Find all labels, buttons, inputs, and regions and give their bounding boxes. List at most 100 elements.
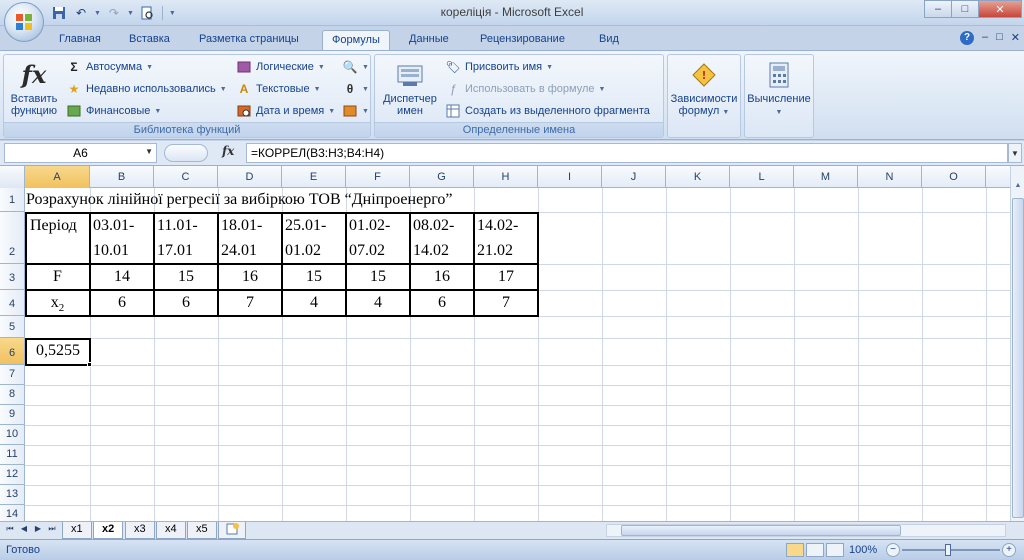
tab-data[interactable]: Данные bbox=[400, 30, 458, 50]
period-cell[interactable]: 08.02- 14.02 bbox=[413, 213, 454, 263]
period-cell[interactable]: 18.01- 24.01 bbox=[221, 213, 262, 263]
value-cell[interactable]: 7 bbox=[218, 291, 282, 315]
horizontal-scroll-thumb[interactable] bbox=[621, 525, 901, 536]
name-manager-button[interactable]: Диспетчер имен bbox=[377, 59, 443, 117]
correlation-result-cell[interactable]: 0,5255 bbox=[25, 339, 91, 363]
calculation-button[interactable]: Вычисление ▼ bbox=[747, 59, 811, 119]
fill-handle[interactable] bbox=[87, 362, 92, 367]
help-icon[interactable]: ? bbox=[960, 31, 974, 45]
row-header-12[interactable]: 12 bbox=[0, 465, 25, 485]
column-header-h[interactable]: H bbox=[474, 166, 538, 188]
minimize-button[interactable]: – bbox=[924, 0, 952, 18]
column-header-b[interactable]: B bbox=[90, 166, 154, 188]
tab-formulas[interactable]: Формулы bbox=[322, 30, 390, 50]
insert-sheet-tab[interactable] bbox=[218, 522, 246, 539]
row-header-1[interactable]: 1 bbox=[0, 188, 25, 212]
column-header-m[interactable]: M bbox=[794, 166, 858, 188]
vertical-scroll-thumb[interactable] bbox=[1012, 198, 1024, 518]
zoom-slider-thumb[interactable] bbox=[945, 544, 951, 556]
value-cell[interactable]: 17 bbox=[474, 265, 538, 289]
sheet-tab-x3[interactable]: x3 bbox=[125, 522, 155, 539]
sheet-tab-x4[interactable]: x4 bbox=[156, 522, 186, 539]
tab-insert[interactable]: Вставка bbox=[120, 30, 179, 50]
ribbon-close-button[interactable]: ✕ bbox=[1011, 31, 1020, 45]
value-cell[interactable]: 14 bbox=[90, 265, 154, 289]
period-cell[interactable]: 11.01- 17.01 bbox=[157, 213, 198, 263]
ribbon-minimize-button[interactable]: – bbox=[982, 31, 988, 45]
column-header-o[interactable]: O bbox=[922, 166, 986, 188]
column-header-a[interactable]: A bbox=[25, 166, 90, 188]
row-header-4[interactable]: 4 bbox=[0, 290, 25, 316]
financial-functions-button[interactable]: Финансовые ▼ bbox=[66, 101, 161, 121]
normal-view-button[interactable] bbox=[786, 543, 804, 557]
value-cell[interactable]: 6 bbox=[410, 291, 474, 315]
column-header-g[interactable]: G bbox=[410, 166, 474, 188]
row-header-13[interactable]: 13 bbox=[0, 485, 25, 505]
row-header-6[interactable]: 6 bbox=[0, 338, 25, 365]
chevron-down-icon[interactable]: ▼ bbox=[145, 147, 153, 156]
row-header-14[interactable]: 14 bbox=[0, 505, 25, 521]
row-header-11[interactable]: 11 bbox=[0, 445, 25, 465]
ribbon-restore-button[interactable]: □ bbox=[996, 31, 1003, 45]
column-header-k[interactable]: K bbox=[666, 166, 730, 188]
period-header-cell[interactable]: Період bbox=[30, 214, 77, 238]
lookup-functions-button[interactable]: 🔍 ▼ bbox=[342, 57, 369, 77]
row-header-9[interactable]: 9 bbox=[0, 405, 25, 425]
formula-input[interactable]: =КОРРЕЛ(B3:H3;B4:H4) bbox=[246, 143, 1008, 163]
row-label-f[interactable]: F bbox=[25, 265, 90, 289]
more-functions-button[interactable]: ▼ bbox=[342, 101, 369, 121]
formula-bar-handle[interactable] bbox=[164, 144, 208, 162]
zoom-slider-track[interactable] bbox=[902, 549, 1000, 551]
last-sheet-icon[interactable]: ⏭ bbox=[46, 524, 58, 537]
tab-review[interactable]: Рецензирование bbox=[471, 30, 574, 50]
name-box[interactable]: A6 ▼ bbox=[4, 143, 157, 163]
text-functions-button[interactable]: A Текстовые ▼ bbox=[236, 79, 321, 99]
value-cell[interactable]: 16 bbox=[218, 265, 282, 289]
select-all-corner[interactable] bbox=[0, 166, 25, 188]
expand-formula-bar-button[interactable]: ▼ bbox=[1008, 143, 1022, 163]
column-header-e[interactable]: E bbox=[282, 166, 346, 188]
period-cell[interactable]: 03.01- 10.01 bbox=[93, 213, 134, 263]
zoom-in-button[interactable]: + bbox=[1002, 543, 1016, 557]
period-cell[interactable]: 25.01- 01.02 bbox=[285, 213, 326, 263]
column-header-d[interactable]: D bbox=[218, 166, 282, 188]
row-header-10[interactable]: 10 bbox=[0, 425, 25, 445]
row-header-3[interactable]: 3 bbox=[0, 264, 25, 290]
zoom-level[interactable]: 100% bbox=[849, 544, 877, 556]
value-cell[interactable]: 15 bbox=[346, 265, 410, 289]
worksheet-grid[interactable]: A B C D E F G H I J K L M N O 1 2 3 4 5 … bbox=[0, 166, 1024, 521]
tab-view[interactable]: Вид bbox=[590, 30, 628, 50]
autosum-button[interactable]: Σ Автосумма ▼ bbox=[66, 57, 153, 77]
sheet-tab-x1[interactable]: x1 bbox=[62, 522, 92, 539]
value-cell[interactable]: 6 bbox=[90, 291, 154, 315]
insert-function-fx-button[interactable]: fx bbox=[222, 144, 234, 158]
column-header-c[interactable]: C bbox=[154, 166, 218, 188]
column-header-j[interactable]: J bbox=[602, 166, 666, 188]
column-header-n[interactable]: N bbox=[858, 166, 922, 188]
value-cell[interactable]: 15 bbox=[154, 265, 218, 289]
column-header-f[interactable]: F bbox=[346, 166, 410, 188]
math-functions-button[interactable]: θ ▼ bbox=[342, 79, 369, 99]
prev-sheet-icon[interactable]: ◀ bbox=[18, 524, 30, 537]
vertical-scrollbar[interactable]: ▲ bbox=[1010, 166, 1024, 521]
zoom-out-button[interactable]: − bbox=[886, 543, 900, 557]
value-cell[interactable]: 6 bbox=[154, 291, 218, 315]
value-cell[interactable]: 15 bbox=[282, 265, 346, 289]
scroll-up-icon[interactable]: ▲ bbox=[1012, 182, 1024, 196]
period-cell[interactable]: 01.02- 07.02 bbox=[349, 213, 390, 263]
period-cell[interactable]: 14.02- 21.02 bbox=[477, 213, 518, 263]
column-header-l[interactable]: L bbox=[730, 166, 794, 188]
row-header-5[interactable]: 5 bbox=[0, 316, 25, 338]
insert-function-button[interactable]: fx Вставить функцию bbox=[6, 59, 62, 118]
value-cell[interactable]: 4 bbox=[282, 291, 346, 315]
sheet-title-cell[interactable]: Розрахунок лінійної регресії за вибіркою… bbox=[26, 188, 452, 212]
row-label-x2[interactable]: x2 bbox=[25, 291, 90, 320]
create-from-selection-button[interactable]: Создать из выделенного фрагмента bbox=[445, 101, 650, 121]
sheet-tab-x5[interactable]: x5 bbox=[187, 522, 217, 539]
page-layout-view-button[interactable] bbox=[806, 543, 824, 557]
close-button[interactable]: ✕ bbox=[978, 0, 1022, 18]
formula-dependencies-button[interactable]: ! Зависимости формул ▼ bbox=[670, 59, 738, 119]
sheet-tab-x2[interactable]: x2 bbox=[93, 522, 124, 539]
use-in-formula-button[interactable]: ƒ Использовать в формуле ▼ bbox=[445, 79, 606, 99]
recent-functions-button[interactable]: ★ Недавно использовались ▼ bbox=[66, 79, 227, 99]
